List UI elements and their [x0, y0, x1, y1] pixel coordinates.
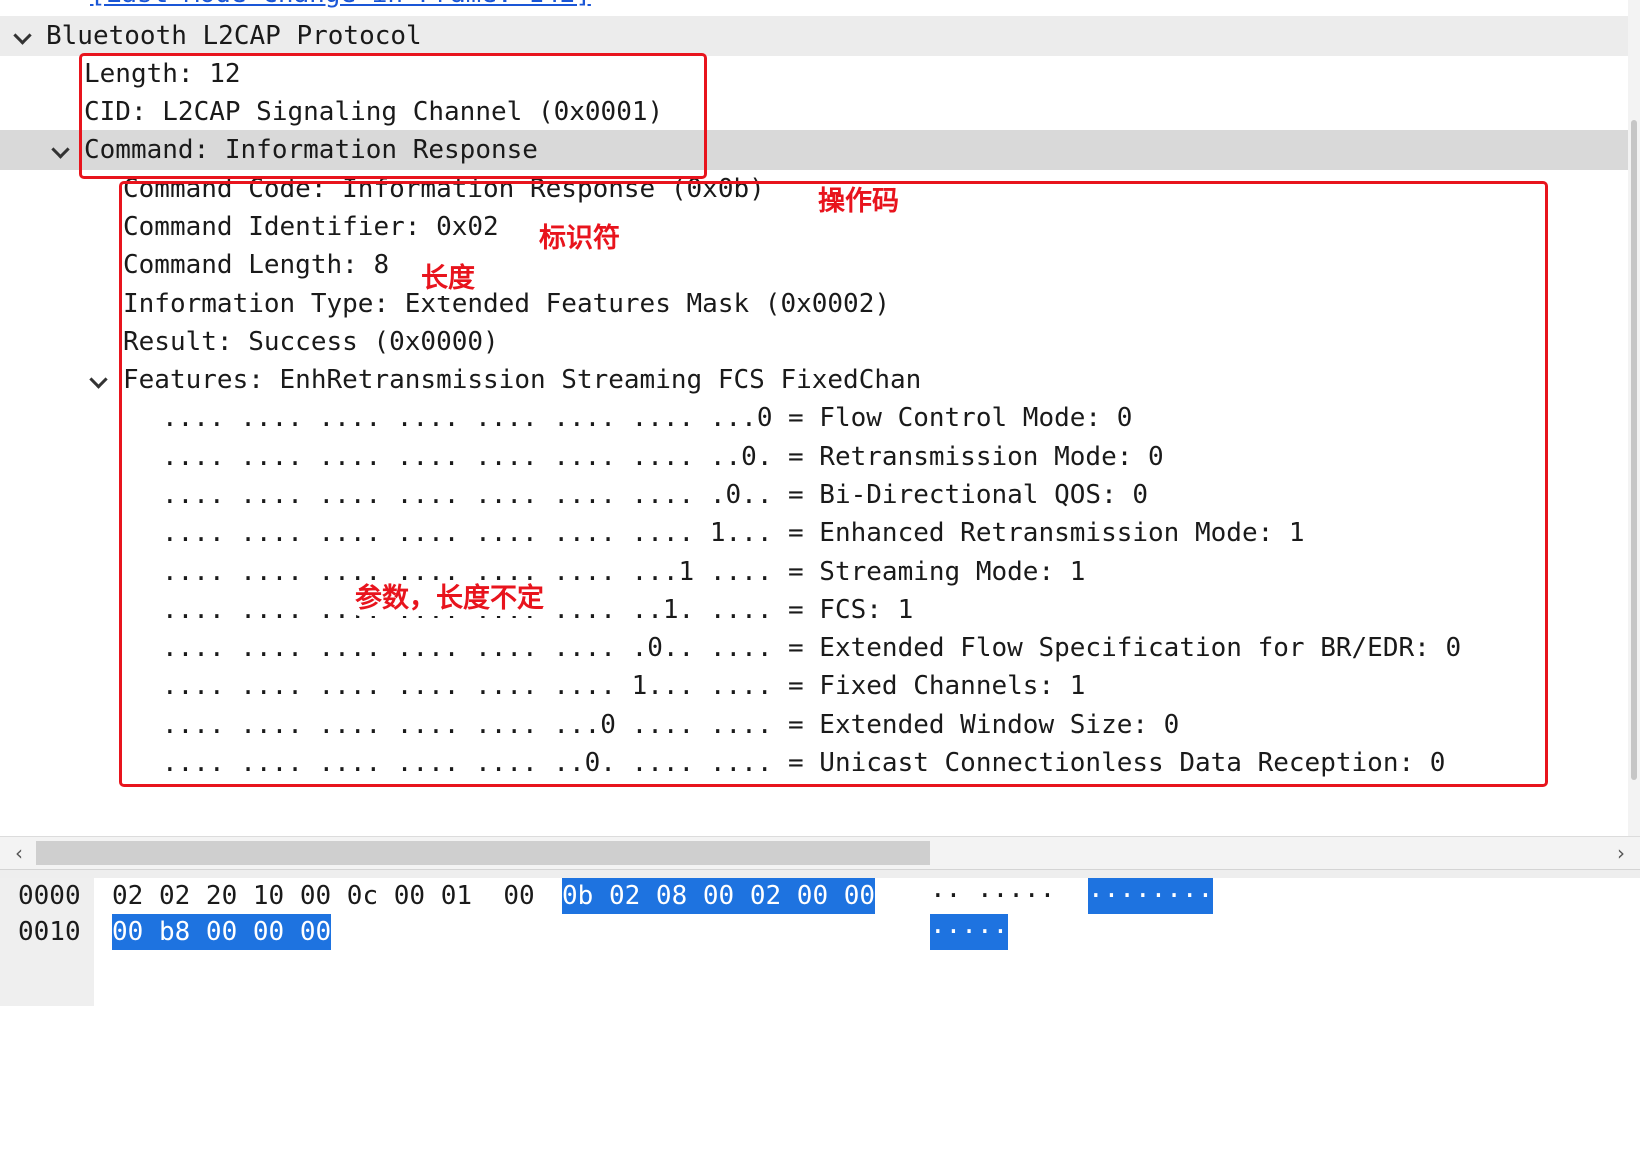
- tree-row-bit-streaming[interactable]: .... .... .... .... .... .... ...1 .... …: [0, 552, 1628, 592]
- tree-row-bit-extended-window[interactable]: .... .... .... .... .... ...0 .... .... …: [0, 705, 1628, 745]
- information-type-label: Information Type: Extended Features Mask…: [123, 289, 891, 319]
- bit-label: = Extended Flow Specification for BR/EDR…: [788, 633, 1462, 663]
- tree-row-bit-fcs[interactable]: .... .... .... .... .... .... ..1. .... …: [0, 590, 1628, 630]
- hex-bytes[interactable]: 02 02 20 10 00 0c 00 01 00: [112, 878, 535, 914]
- bit-mask: .... .... .... .... .... .... 1... ....: [162, 671, 773, 701]
- tree-row-l2cap-protocol[interactable]: Bluetooth L2CAP Protocol: [0, 16, 1628, 56]
- hex-bytes-selected[interactable]: 0b 02 08 00 02 00 00: [562, 878, 876, 914]
- vertical-scrollbar-thumb[interactable]: [1631, 120, 1637, 780]
- bit-mask: .... .... .... .... .... .... .... 1...: [162, 518, 773, 548]
- bit-label: = Retransmission Mode: 0: [788, 442, 1164, 472]
- bit-label: = Flow Control Mode: 0: [788, 403, 1133, 433]
- horizontal-scrollbar[interactable]: ‹ ›: [0, 836, 1640, 869]
- ascii-bytes-selected[interactable]: ·····: [930, 914, 1009, 950]
- l2cap-protocol-label: Bluetooth L2CAP Protocol: [46, 21, 422, 51]
- hex-offset: 0000: [18, 881, 81, 911]
- hex-offset: 0010: [18, 917, 81, 947]
- tree-row-bit-bidirectional-qos[interactable]: .... .... .... .... .... .... .... .0.. …: [0, 475, 1628, 515]
- bit-label: = Fixed Channels: 1: [788, 671, 1086, 701]
- packet-details-pane: [Last Mode Change in Frame: 142] Bluetoo…: [0, 0, 1640, 836]
- horizontal-scrollbar-thumb[interactable]: [36, 841, 930, 865]
- tree-row-command[interactable]: Command: Information Response: [0, 130, 1628, 170]
- tree-row-bit-unicast-connectionless[interactable]: .... .... .... .... .... ..0. .... .... …: [0, 743, 1628, 783]
- packet-bytes-pane: 0000 02 02 20 10 00 0c 00 01 00 0b 02 08…: [0, 878, 1640, 1006]
- bit-mask: .... .... .... .... .... ...0 .... ....: [162, 710, 773, 740]
- hex-bytes-selected[interactable]: 00 b8 00 00 00: [112, 914, 332, 950]
- bit-mask: .... .... .... .... .... .... .... ..0.: [162, 442, 773, 472]
- annotation-params: 参数，长度不定: [352, 582, 547, 616]
- scroll-left-icon[interactable]: ‹: [2, 837, 36, 869]
- tree-row-command-identifier[interactable]: Command Identifier: 0x02: [0, 207, 1628, 247]
- tree-row-features[interactable]: Features: EnhRetransmission Streaming FC…: [0, 360, 1628, 400]
- tree-row-bit-extended-flow-spec[interactable]: .... .... .... .... .... .... .0.. .... …: [0, 628, 1628, 668]
- bit-label: = Unicast Connectionless Data Reception:…: [788, 748, 1446, 778]
- hex-row[interactable]: 0010 00 b8 00 00 00 ·····: [0, 914, 1640, 950]
- tree-row-cid[interactable]: CID: L2CAP Signaling Channel (0x0001): [0, 92, 1628, 132]
- tree-row-length[interactable]: Length: 12: [0, 54, 1628, 94]
- annotation-length: 长度: [418, 262, 478, 296]
- features-label: Features: EnhRetransmission Streaming FC…: [123, 365, 922, 395]
- ascii-bytes[interactable]: ·· ·····: [930, 878, 1055, 914]
- tree-row-bit-fixed-channels[interactable]: .... .... .... .... .... .... 1... .... …: [0, 666, 1628, 706]
- annotation-identifier: 标识符: [536, 222, 623, 256]
- command-code-label: Command Code: Information Response (0x0b…: [123, 174, 765, 204]
- tree-row-bit-retransmission[interactable]: .... .... .... .... .... .... .... ..0. …: [0, 437, 1628, 477]
- vertical-scrollbar[interactable]: [1628, 0, 1640, 836]
- result-label: Result: Success (0x0000): [123, 327, 499, 357]
- tree-row-result[interactable]: Result: Success (0x0000): [0, 322, 1628, 362]
- tree-row-bit-flow-control[interactable]: .... .... .... .... .... .... .... ...0 …: [0, 398, 1628, 438]
- bit-label: = Streaming Mode: 1: [788, 557, 1086, 587]
- hex-row[interactable]: 0000 02 02 20 10 00 0c 00 01 00 0b 02 08…: [0, 878, 1640, 914]
- ascii-bytes-selected[interactable]: ········: [1088, 878, 1214, 914]
- bit-label: = FCS: 1: [788, 595, 914, 625]
- bit-label: = Bi-Directional QOS: 0: [788, 480, 1149, 510]
- command-label: Command: Information Response: [84, 135, 538, 165]
- command-length-label: Command Length: 8: [123, 250, 390, 280]
- tree-row-information-type[interactable]: Information Type: Extended Features Mask…: [0, 284, 1628, 324]
- bit-label: = Extended Window Size: 0: [788, 710, 1180, 740]
- tree-row-bit-enhanced-retransmission[interactable]: .... .... .... .... .... .... .... 1... …: [0, 513, 1628, 553]
- bit-label: = Enhanced Retransmission Mode: 1: [788, 518, 1305, 548]
- command-identifier-label: Command Identifier: 0x02: [123, 212, 499, 242]
- bit-mask: .... .... .... .... .... .... .0.. ....: [162, 633, 773, 663]
- chevron-down-icon[interactable]: [89, 370, 108, 389]
- scroll-right-icon[interactable]: ›: [1604, 837, 1638, 869]
- bit-mask: .... .... .... .... .... .... .... ...0: [162, 403, 773, 433]
- bit-mask: .... .... .... .... .... .... .... .0..: [162, 480, 773, 510]
- last-mode-change-link[interactable]: [Last Mode Change in Frame: 142]: [90, 0, 591, 14]
- tree-row-command-length[interactable]: Command Length: 8: [0, 245, 1628, 285]
- tree-row-command-code[interactable]: Command Code: Information Response (0x0b…: [0, 169, 1628, 209]
- length-label: Length: 12: [84, 59, 241, 89]
- bit-mask: .... .... .... .... .... ..0. .... ....: [162, 748, 773, 778]
- cid-label: CID: L2CAP Signaling Channel (0x0001): [84, 97, 664, 127]
- annotation-opcode: 操作码: [815, 185, 902, 219]
- chevron-down-icon[interactable]: [51, 140, 70, 159]
- chevron-down-icon[interactable]: [13, 26, 32, 45]
